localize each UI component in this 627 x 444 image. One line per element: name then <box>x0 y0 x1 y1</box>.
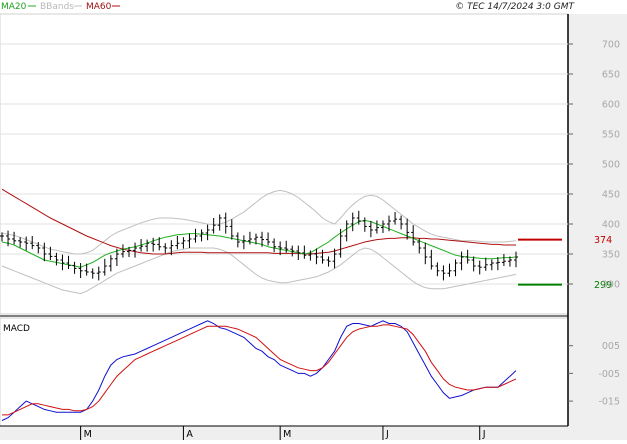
bottom-axis-strip <box>0 426 627 440</box>
price-tick-label-450: 450 <box>602 190 620 201</box>
legend-bbands-label: BBands <box>40 2 74 12</box>
chart-canvas: 374299 300350400450500550600650700 005-0… <box>0 2 627 440</box>
macd-tick-label-1: -005 <box>598 369 620 380</box>
macd-tick-label-0: 005 <box>602 341 620 352</box>
month-tick-label-3: J <box>385 429 389 440</box>
macd-tick-label-2: -015 <box>598 397 620 408</box>
month-tick-label-4: J <box>482 429 486 440</box>
month-tick-label-2: M <box>283 429 291 440</box>
stock-chart: 374 299 300 350 400 450 500 550 600 650 700 005 -0… <box>0 0 627 440</box>
month-tick-label-0: M <box>84 429 92 440</box>
level-label-374: 374 <box>594 235 612 246</box>
price-tick-label-300: 300 <box>602 280 620 291</box>
month-tick-label-1: A <box>186 429 193 440</box>
price-tick-label-350: 350 <box>602 250 620 261</box>
macd-title: MACD <box>3 324 30 334</box>
price-tick-label-500: 500 <box>602 160 620 171</box>
legend-ma60-label: MA60 <box>86 2 112 12</box>
price-tick-label-550: 550 <box>602 130 620 141</box>
legend-ma20-label: MA20 <box>1 2 27 12</box>
price-tick-label-400: 400 <box>602 220 620 231</box>
price-tick-label-650: 650 <box>602 70 620 81</box>
price-tick-label-700: 700 <box>602 40 620 51</box>
copyright-notice: © TEC 14/7/2024 3:0 GMT <box>455 2 575 12</box>
price-tick-label-600: 600 <box>602 100 620 111</box>
